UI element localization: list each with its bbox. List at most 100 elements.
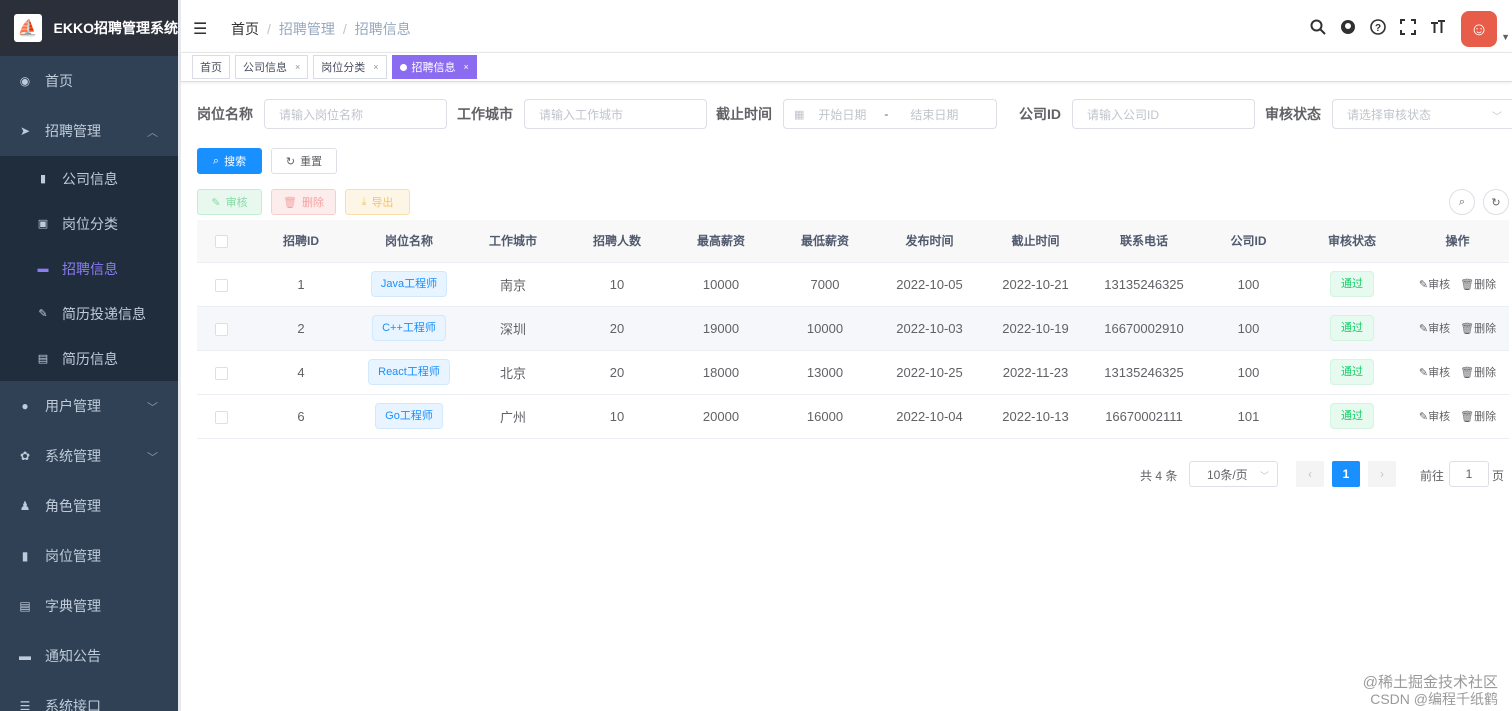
row-checkbox[interactable] [214,322,228,336]
select-all-checkbox[interactable] [214,234,228,248]
tag-company-info[interactable]: 公司信息 × [235,55,309,79]
row-delete-link[interactable]: 删除 [1474,323,1496,335]
avatar[interactable]: ☺ [1461,11,1498,47]
category-icon: ▣ [37,218,49,230]
cell-phone: 16670002111 [1089,394,1199,439]
sidebar-item-user-mgmt[interactable]: ● 用户管理 ﹀ [0,381,178,431]
cell-id: 1 [245,262,357,307]
search-button-label: 搜索 [224,156,247,168]
export-button[interactable]: ⤓ 导出 [345,189,410,215]
goto-page-input[interactable]: 1 [1449,461,1489,487]
edit-icon[interactable]: ✎ [1419,411,1428,423]
cell-count: 20 [565,350,669,395]
navbar: ☰ 首页 / 招聘管理 / 招聘信息 ? ☺ ▼ [181,6,1512,52]
edit-icon[interactable]: ✎ [1419,367,1428,379]
font-size-icon[interactable] [1423,19,1453,40]
trash-icon[interactable]: 🗑 [1460,411,1474,423]
tag-recruitment-info[interactable]: 招聘信息 × [391,55,477,79]
row-audit-link[interactable]: 审核 [1428,367,1450,379]
close-icon[interactable]: × [464,62,469,72]
breadcrumb-home[interactable]: 首页 [231,19,259,39]
row-checkbox[interactable] [214,410,228,424]
trash-icon[interactable]: 🗑 [1460,323,1474,335]
sidebar-item-resume-delivery[interactable]: ✎ 简历投递信息 [0,291,178,336]
reset-button-label: 重置 [300,156,323,168]
page-number-current[interactable]: 1 [1332,461,1360,487]
next-page-button[interactable]: › [1368,461,1396,487]
chevron-up-icon: ︿ [147,127,158,139]
cell-company: 100 [1199,262,1298,307]
tag-home[interactable]: 首页 [192,55,230,79]
search-button[interactable]: ⌕ 搜索 [197,148,262,174]
col-header: 公司ID [1199,220,1298,263]
row-delete-link[interactable]: 删除 [1474,411,1496,423]
fullscreen-icon[interactable] [1393,18,1423,40]
col-header: 招聘ID [245,220,357,263]
trash-icon[interactable]: 🗑 [1460,367,1474,379]
sidebar-item-recruitment-info[interactable]: ▬ 招聘信息 [0,246,178,291]
sidebar-item-system-mgmt[interactable]: ✿ 系统管理 ﹀ [0,431,178,481]
sidebar-item-home[interactable]: ◉ 首页 [0,56,178,106]
row-audit-link[interactable]: 审核 [1428,279,1450,291]
sidebar-item-notice[interactable]: ▬ 通知公告 [0,631,178,681]
sidebar-item-company-info[interactable]: ▮ 公司信息 [0,156,178,201]
sidebar-item-label: 系统接口 [45,698,101,711]
trash-icon[interactable]: 🗑 [1460,279,1474,291]
prev-page-button[interactable]: ‹ [1296,461,1324,487]
page-size-select[interactable]: 10条/页 ﹀ [1189,461,1278,487]
status-placeholder: 请选择审核状态 [1347,107,1432,122]
table-row[interactable]: 2 C++工程师 深圳 20 19000 10000 2022-10-03 20… [197,306,1509,351]
close-icon[interactable]: × [295,62,300,72]
row-delete-link[interactable]: 删除 [1474,279,1496,291]
col-header: 操作 [1406,220,1509,263]
app-logo[interactable]: ⛵ EKKO招聘管理系统 [0,0,178,56]
search-icon[interactable] [1303,19,1333,40]
row-delete-link[interactable]: 删除 [1474,367,1496,379]
job-name-tag: Go工程师 [375,403,443,429]
reset-button[interactable]: ↻ 重置 [271,148,337,174]
row-checkbox[interactable] [214,366,228,380]
sidebar-item-dict-mgmt[interactable]: ▤ 字典管理 [0,581,178,631]
table-row[interactable]: 1 Java工程师 南京 10 10000 7000 2022-10-05 20… [197,262,1509,307]
row-audit-link[interactable]: 审核 [1428,411,1450,423]
audit-button[interactable]: ✎ 审核 [197,189,262,215]
hamburger-icon[interactable]: ☰ [193,19,211,39]
close-icon[interactable]: × [373,62,378,72]
status-select[interactable]: 请选择审核状态 ﹀ [1332,99,1512,129]
city-input[interactable]: 请输入工作城市 [524,99,707,129]
sidebar-item-api[interactable]: ☰ 系统接口 [0,681,178,711]
table-row[interactable]: 6 Go工程师 广州 10 20000 16000 2022-10-04 202… [197,394,1509,439]
user-icon: ● [21,399,29,413]
toggle-search-button[interactable]: ⌕ [1449,189,1475,215]
row-checkbox[interactable] [214,278,228,292]
row-audit-link[interactable]: 审核 [1428,323,1450,335]
company-id-input[interactable]: 请输入公司ID [1072,99,1255,129]
cell-min-salary: 16000 [773,394,877,439]
cell-max-salary: 10000 [669,262,773,307]
sidebar-item-label: 岗位管理 [45,548,101,564]
export-button-label: 导出 [371,197,394,209]
job-name-input[interactable]: 请输入岗位名称 [264,99,447,129]
sidebar-item-post-mgmt[interactable]: ▮ 岗位管理 [0,531,178,581]
sidebar-item-role-mgmt[interactable]: ♟ 角色管理 [0,481,178,531]
status-badge: 通过 [1330,359,1374,385]
sidebar-item-label: 首页 [45,73,73,89]
search-icon: ⌕ [212,154,220,167]
download-icon: ⤓ [361,195,367,208]
delete-button[interactable]: 🗑 删除 [271,189,336,215]
sidebar-item-job-category[interactable]: ▣ 岗位分类 [0,201,178,246]
github-icon[interactable] [1333,19,1363,40]
sidebar-item-resume-info[interactable]: ▤ 简历信息 [0,336,178,381]
tag-job-category[interactable]: 岗位分类 × [313,55,387,79]
edit-icon[interactable]: ✎ [1419,279,1428,291]
caret-down-icon[interactable]: ▼ [1501,32,1510,42]
status-label: 审核状态 [1265,106,1321,122]
edit-icon[interactable]: ✎ [1419,323,1428,335]
sidebar-item-label: 用户管理 [45,398,101,414]
table-row[interactable]: 4 React工程师 北京 20 18000 13000 2022-10-25 … [197,350,1509,395]
refresh-button[interactable]: ↻ [1483,189,1509,215]
deadline-label: 截止时间 [716,106,772,122]
sidebar-item-recruitment[interactable]: ➤ 招聘管理 ︿ [0,106,178,156]
deadline-range-input[interactable]: ▦ 开始日期 - 结束日期 [783,99,997,129]
question-icon[interactable]: ? [1363,18,1393,40]
